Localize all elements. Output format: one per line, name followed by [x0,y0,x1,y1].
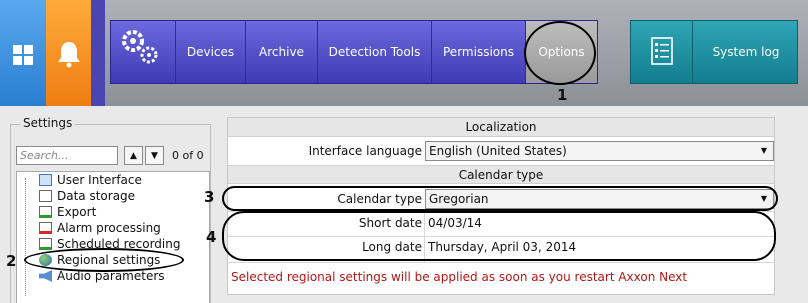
speaker-icon [39,270,52,282]
storage-icon [39,190,52,202]
calendar-header: Calendar type [228,165,774,184]
accent-strip [91,0,105,106]
tree-item-label: Alarm processing [57,221,161,235]
alarm-icon [39,222,52,234]
interface-language-value: English (United States) [429,144,567,158]
search-next-button[interactable]: ▼ [145,146,164,165]
tree-item-data-storage[interactable]: Data storage [39,188,135,204]
annotation-circle-2 [24,248,184,272]
windows-grid-icon [13,45,33,65]
search-prev-button[interactable]: ▲ [124,146,143,165]
annotation-number-4: 4 [206,228,217,246]
restart-notice: Selected regional settings will be appli… [231,270,688,284]
chevron-up-icon: ▲ [130,150,137,161]
tab-detection-tools[interactable]: Detection Tools [317,21,431,83]
settings-title: Settings [20,116,76,130]
bell-icon [58,42,80,68]
annotation-circle-3 [222,186,778,211]
row-divider [228,262,774,263]
system-log-group[interactable]: System log [630,20,798,84]
annotation-number-1: 1 [557,86,568,104]
interface-language-label: Interface language [308,144,422,158]
windows-tile-button[interactable] [0,0,46,106]
tree-item-label: User Interface [57,173,142,187]
system-log-label: System log [712,45,780,59]
schedule-icon [39,238,52,250]
export-icon [39,206,52,218]
search-result-counter: 0 of 0 [172,149,204,162]
tree-item-alarm-processing[interactable]: Alarm processing [39,220,161,236]
tree-item-label: Export [57,205,97,219]
top-toolbar: Devices Archive Detection Tools Permissi… [0,0,808,106]
dropdown-arrow-icon: ▼ [760,146,767,155]
window-icon [39,174,52,186]
gears-icon [122,30,158,64]
tab-archive[interactable]: Archive [245,21,317,83]
system-log-icon-box [631,21,693,83]
search-input[interactable]: Search... [16,146,118,165]
checklist-icon [651,37,673,65]
interface-language-select[interactable]: English (United States) ▼ [425,141,774,161]
tree-item-label: Data storage [57,189,136,203]
annotation-number-2: 2 [6,252,17,270]
tab-permissions[interactable]: Permissions [431,21,525,83]
tab-devices[interactable]: Devices [175,21,245,83]
alarms-tile-button[interactable] [46,0,91,106]
annotation-number-3: 3 [204,188,215,206]
annotation-circle-1 [524,21,596,85]
annotation-circle-4 [222,211,776,261]
localization-header: Localization [228,118,774,137]
settings-tree: User Interface Data storage Export Alarm… [16,171,210,303]
chevron-down-icon: ▼ [151,150,158,161]
tree-item-user-interface[interactable]: User Interface [39,172,142,188]
tree-item-export[interactable]: Export [39,204,96,220]
tree-connector [25,178,26,296]
settings-gear-button[interactable] [111,21,175,83]
